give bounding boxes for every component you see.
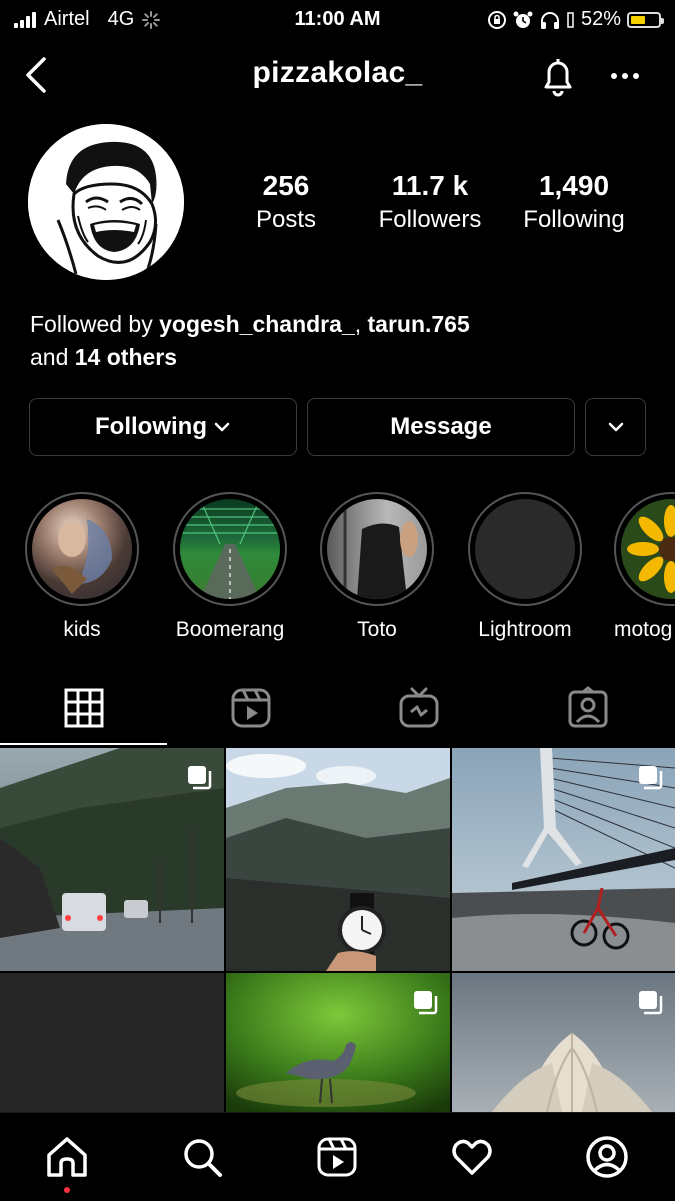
message-button[interactable]: Message (307, 398, 575, 456)
highlight-boomerang[interactable]: Boomerang (172, 492, 288, 642)
highlight-kids-label: kids (24, 618, 140, 642)
search-icon[interactable] (180, 1135, 224, 1179)
battery-bolt-icon (567, 12, 575, 28)
highlight-kids-image (32, 499, 132, 599)
following-button[interactable]: Following (29, 398, 297, 456)
followed-by-text[interactable]: Followed by yogesh_chandra_, tarun.765 a… (30, 308, 650, 374)
grid-icon[interactable] (62, 686, 106, 730)
post-thumbnail[interactable] (452, 748, 675, 971)
following-stat[interactable]: 1,490 Following (510, 170, 638, 234)
mutual-user-1[interactable]: yogesh_chandra_ (159, 311, 355, 337)
bottom-navigation (0, 1112, 675, 1201)
following-count: 1,490 (510, 170, 638, 202)
highlight-toto-image (327, 499, 427, 599)
profile-avatar[interactable] (28, 124, 184, 280)
tagged-icon[interactable] (566, 686, 610, 730)
status-bar: Airtel 4G 11:00 AM 52% (0, 0, 675, 40)
active-tab-indicator (0, 743, 167, 745)
highlight-boomerang-image (180, 499, 280, 599)
multiple-photos-icon (186, 764, 212, 790)
highlight-lightroom[interactable]: Lightroom (467, 492, 583, 642)
highlight-toto[interactable]: Toto (319, 492, 435, 642)
highlight-lightroom-label: Lightroom (467, 618, 583, 642)
followers-stat[interactable]: 11.7 k Followers (365, 170, 495, 234)
followers-count: 11.7 k (365, 170, 495, 202)
alarm-icon (513, 10, 533, 30)
following-label: Following (510, 206, 638, 234)
posts-count: 256 (236, 170, 336, 202)
multiple-photos-icon (637, 764, 663, 790)
post-thumbnail[interactable] (452, 973, 675, 1112)
home-notification-dot (64, 1187, 70, 1193)
notification-bell-icon[interactable] (538, 55, 578, 97)
highlight-motog-image (621, 499, 675, 599)
post-thumbnail[interactable] (226, 748, 450, 971)
reels-tab-icon[interactable] (229, 686, 273, 730)
posts-label: Posts (236, 206, 336, 234)
igtv-icon[interactable] (397, 686, 441, 730)
posts-stat[interactable]: 256 Posts (236, 170, 336, 234)
headphones-icon (539, 10, 561, 30)
highlight-toto-label: Toto (319, 618, 435, 642)
status-right: 52% (487, 8, 661, 31)
post-thumbnail-loading[interactable] (0, 973, 224, 1112)
rotation-lock-icon (487, 10, 507, 30)
meme-face-image (28, 124, 184, 280)
post-thumbnail[interactable] (0, 748, 224, 971)
more-options-icon[interactable] (608, 64, 642, 88)
home-icon[interactable] (45, 1135, 89, 1179)
multiple-photos-icon (412, 989, 438, 1015)
battery-percent: 52% (581, 8, 621, 31)
highlight-motog-label: motog (614, 618, 675, 642)
following-button-label: Following (95, 413, 207, 441)
mutual-others[interactable]: 14 others (75, 344, 177, 370)
suggested-toggle-button[interactable] (585, 398, 646, 456)
followers-label: Followers (365, 206, 495, 234)
followed-by-and: and (30, 344, 75, 370)
post-image-watch (226, 748, 450, 971)
multiple-photos-icon (637, 989, 663, 1015)
mutual-user-2[interactable]: tarun.765 (368, 311, 470, 337)
highlight-lightroom-image (475, 499, 575, 599)
highlight-kids[interactable]: kids (24, 492, 140, 642)
reels-icon[interactable] (315, 1135, 359, 1179)
profile-icon[interactable] (585, 1135, 629, 1179)
followed-by-prefix: Followed by (30, 311, 159, 337)
chevron-down-icon (607, 421, 625, 433)
chevron-down-icon (213, 421, 231, 433)
highlight-boomerang-label: Boomerang (172, 618, 288, 642)
message-button-label: Message (390, 413, 491, 441)
highlight-motog[interactable]: motog (614, 492, 675, 642)
battery-icon (627, 12, 661, 28)
post-thumbnail[interactable] (226, 973, 450, 1112)
followed-by-sep: , (355, 311, 368, 337)
heart-icon[interactable] (450, 1135, 494, 1179)
